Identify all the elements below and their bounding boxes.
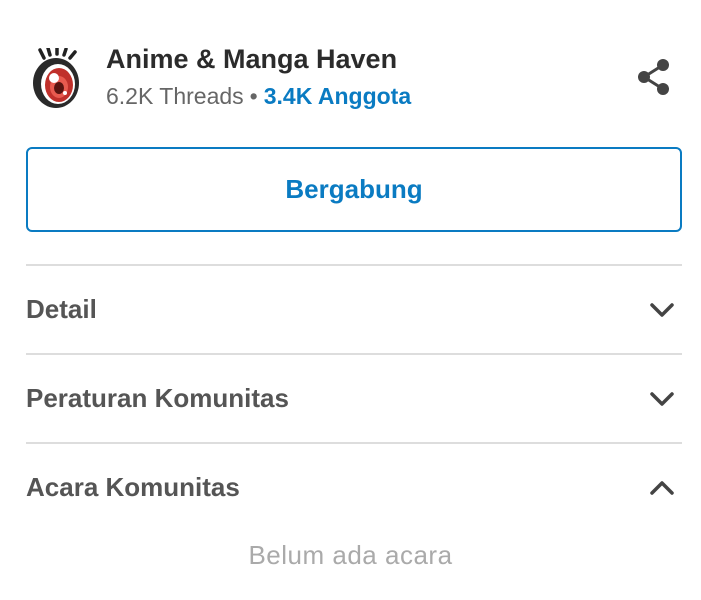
members-count[interactable]: 3.4K Anggota bbox=[264, 83, 411, 109]
join-button[interactable]: Bergabung bbox=[26, 147, 682, 232]
chevron-down-icon bbox=[650, 392, 674, 406]
section-community-rules-label: Peraturan Komunitas bbox=[26, 383, 289, 413]
section-community-events-label: Acara Komunitas bbox=[26, 472, 240, 502]
events-empty-message: Belum ada acara bbox=[248, 540, 453, 570]
community-header: Anime & Manga Haven 6.2K Threads • 3.4K An… bbox=[26, 40, 681, 120]
section-community-rules[interactable]: Peraturan Komunitas bbox=[26, 355, 682, 443]
chevron-down-icon bbox=[650, 303, 674, 317]
section-detail[interactable]: Detail bbox=[26, 266, 682, 354]
anime-eye-logo-icon bbox=[33, 48, 79, 108]
share-icon[interactable] bbox=[637, 58, 671, 96]
chevron-up-icon bbox=[650, 481, 674, 495]
stats-separator: • bbox=[249, 83, 258, 109]
section-community-events[interactable]: Acara Komunitas bbox=[26, 444, 682, 532]
community-name: Anime & Manga Haven bbox=[106, 44, 398, 74]
section-detail-label: Detail bbox=[26, 294, 97, 324]
threads-count: 6.2K Threads bbox=[106, 83, 244, 109]
community-stats: 6.2K Threads • 3.4K Anggota bbox=[106, 83, 411, 110]
